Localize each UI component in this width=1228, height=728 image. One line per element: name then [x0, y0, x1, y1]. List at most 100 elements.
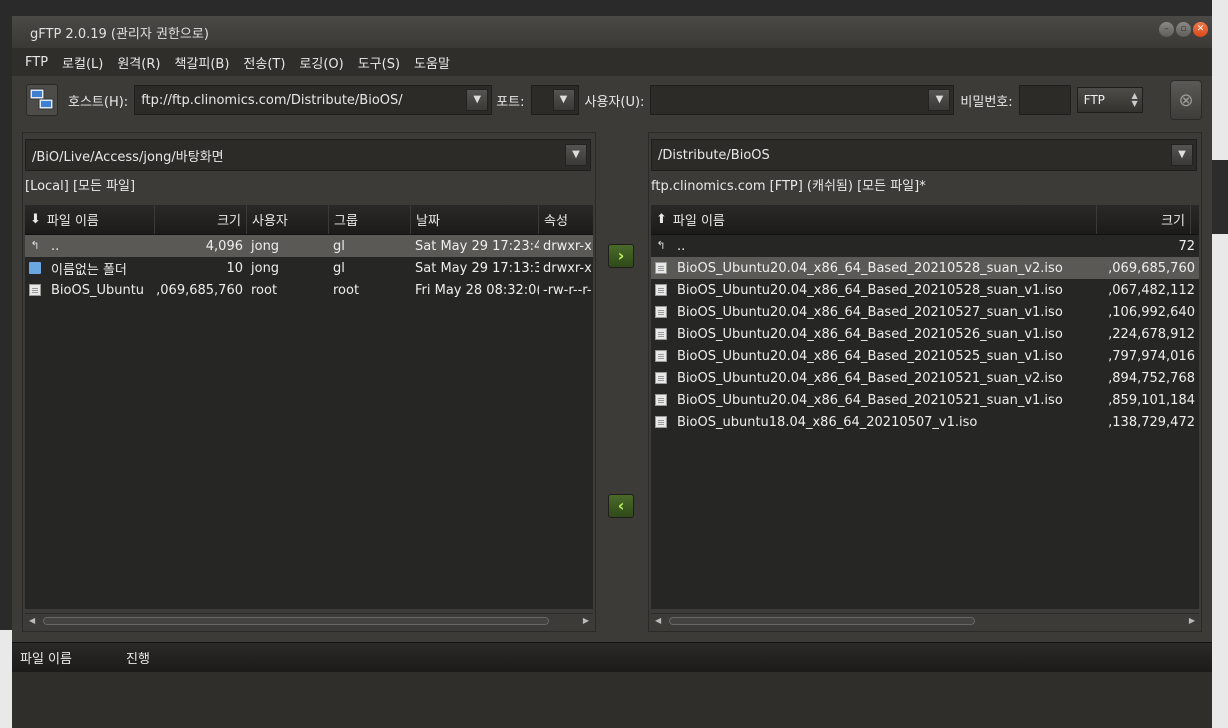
- local-scroll-thumb[interactable]: [43, 617, 549, 625]
- host-combo[interactable]: ftp://ftp.clinomics.com/Distribute/BioOS…: [134, 85, 493, 115]
- password-label: 비밀번호:: [960, 94, 1013, 110]
- file-icon: [29, 284, 41, 296]
- transfer-queue: 파일 이름 진행: [12, 642, 1212, 728]
- remote-path-combo[interactable]: /Distribute/BioOS ▼: [651, 139, 1197, 171]
- file-size: ,224,678,912: [1108, 326, 1195, 342]
- remote-file-row[interactable]: BioOS_Ubuntu20.04_x86_64_Based_20210528_…: [651, 257, 1199, 279]
- remote-hscrollbar[interactable]: ◀ ▶: [651, 613, 1199, 627]
- menu-logging[interactable]: 로깅(O): [292, 53, 350, 72]
- file-icon: [655, 306, 667, 318]
- minimize-button[interactable]: –: [1159, 22, 1174, 37]
- connection-toolbar: 호스트(H): ftp://ftp.clinomics.com/Distribu…: [12, 76, 1212, 124]
- menu-tools[interactable]: 도구(S): [351, 53, 407, 72]
- remote-file-list[interactable]: ⬆ 파일 이름 크기 ↰.. 72 BioOS_Ubuntu20.04_x86_64…: [651, 205, 1199, 609]
- menu-local[interactable]: 로컬(L): [55, 53, 110, 72]
- user-combo[interactable]: ▼: [650, 85, 955, 115]
- file-size: ,894,752,768: [1108, 370, 1195, 386]
- user-dropdown-icon[interactable]: ▼: [928, 89, 951, 111]
- file-size: ,106,992,640: [1108, 304, 1195, 320]
- local-file-list[interactable]: ⬇ 파일 이름 크기 사용자 그룹 날짜 속성 ↰.. 4,096 jong gl Sa…: [25, 205, 593, 609]
- host-label: 호스트(H):: [68, 94, 129, 110]
- remote-status: ftp.clinomics.com [FTP] (캐쉬됨) [모든 파일]*: [651, 179, 926, 194]
- password-field[interactable]: [1018, 85, 1071, 115]
- host-dropdown-icon[interactable]: ▼: [466, 89, 489, 111]
- menu-transfer[interactable]: 전송(T): [236, 53, 292, 72]
- host-input[interactable]: ftp://ftp.clinomics.com/Distribute/BioOS…: [135, 93, 463, 108]
- local-pane: /BiO/Live/Access/jong/바탕화면 ▼ [Local] [모든…: [22, 132, 596, 632]
- remote-file-row[interactable]: BioOS_Ubuntu20.04_x86_64_Based_20210527_…: [651, 301, 1199, 323]
- scroll-right-icon[interactable]: ▶: [583, 616, 589, 625]
- file-panes: /BiO/Live/Access/jong/바탕화면 ▼ [Local] [모든…: [12, 124, 1212, 644]
- file-group: root: [333, 282, 360, 298]
- file-group: gl: [333, 238, 345, 254]
- file-attributes: drwxr-x: [543, 238, 591, 254]
- file-name: BioOS_Ubuntu20.04_x86_64_Based_20210528_…: [677, 260, 1063, 276]
- queue-col-filename[interactable]: 파일 이름: [12, 648, 118, 667]
- file-icon: [655, 284, 667, 296]
- desktop-background-right: [1212, 0, 1228, 728]
- scroll-right-icon[interactable]: ▶: [1189, 616, 1195, 625]
- menu-remote[interactable]: 원격(R): [110, 53, 167, 72]
- title-bar: gFTP 2.0.19 (관리자 권한으로) – ▫ ✕: [12, 16, 1212, 48]
- remote-scroll-thumb[interactable]: [669, 617, 975, 625]
- gftp-window: gFTP 2.0.19 (관리자 권한으로) – ▫ ✕ FTP 로컬(L) 원…: [12, 16, 1212, 728]
- remote-file-row[interactable]: BioOS_Ubuntu20.04_x86_64_Based_20210526_…: [651, 323, 1199, 345]
- scroll-left-icon[interactable]: ◀: [655, 616, 661, 625]
- file-attributes: drwxr-x: [543, 260, 591, 276]
- local-path-dropdown-icon[interactable]: ▼: [565, 144, 587, 166]
- download-button[interactable]: ‹: [608, 494, 634, 518]
- local-col-user[interactable]: 사용자: [247, 205, 329, 234]
- disconnect-button[interactable]: ⊗: [1170, 80, 1202, 120]
- file-icon: [655, 416, 667, 428]
- remote-file-row[interactable]: BioOS_Ubuntu20.04_x86_64_Based_20210521_…: [651, 389, 1199, 411]
- protocol-select[interactable]: FTP ▲ ▼: [1076, 87, 1143, 113]
- close-icon: ⊗: [1178, 89, 1194, 111]
- file-name: BioOS_Ubuntu: [51, 282, 145, 298]
- remote-col-name[interactable]: ⬆ 파일 이름: [651, 205, 1097, 234]
- local-col-size[interactable]: 크기: [155, 205, 247, 234]
- menu-ftp[interactable]: FTP: [18, 55, 55, 70]
- maximize-button[interactable]: ▫: [1176, 22, 1191, 37]
- scroll-left-icon[interactable]: ◀: [29, 616, 35, 625]
- queue-header: 파일 이름 진행: [12, 642, 1212, 672]
- remote-path-dropdown-icon[interactable]: ▼: [1171, 144, 1193, 166]
- local-hscrollbar[interactable]: ◀ ▶: [25, 613, 593, 627]
- protocol-spin-icon: ▲ ▼: [1131, 91, 1138, 108]
- queue-col-progress[interactable]: 진행: [118, 648, 160, 667]
- local-col-date[interactable]: 날짜: [411, 205, 539, 234]
- close-window-button[interactable]: ✕: [1193, 22, 1208, 37]
- port-label: 포트:: [496, 94, 525, 110]
- remote-file-row[interactable]: BioOS_Ubuntu20.04_x86_64_Based_20210525_…: [651, 345, 1199, 367]
- file-date: Fri May 28 08:32:0(: [415, 282, 539, 298]
- port-dropdown-icon[interactable]: ▼: [552, 89, 575, 111]
- remote-file-row[interactable]: ↰.. 72: [651, 235, 1199, 257]
- port-combo[interactable]: ▼: [530, 85, 579, 115]
- local-col-attr[interactable]: 속성: [539, 205, 593, 234]
- remote-col-size[interactable]: 크기: [1097, 205, 1191, 234]
- remote-file-row[interactable]: BioOS_ubuntu18.04_x86_64_20210507_v1.iso…: [651, 411, 1199, 433]
- file-name: 이름없는 폴더: [51, 262, 127, 278]
- local-file-row[interactable]: BioOS_Ubuntu ,069,685,760 root root Fri May …: [25, 279, 593, 301]
- file-name: BioOS_Ubuntu20.04_x86_64_Based_20210528_…: [677, 282, 1063, 298]
- menu-help[interactable]: 도움말: [407, 53, 457, 72]
- remote-path-input[interactable]: /Distribute/BioOS: [652, 148, 1171, 163]
- remote-file-row[interactable]: BioOS_Ubuntu20.04_x86_64_Based_20210528_…: [651, 279, 1199, 301]
- upload-button[interactable]: ›: [608, 244, 634, 268]
- window-controls: – ▫ ✕: [1159, 22, 1208, 37]
- file-size: ,067,482,112: [1108, 282, 1195, 298]
- remote-file-row[interactable]: BioOS_Ubuntu20.04_x86_64_Based_20210521_…: [651, 367, 1199, 389]
- local-file-row[interactable]: ↰.. 4,096 jong gl Sat May 29 17:23:4 drwxr-x: [25, 235, 593, 257]
- remote-rows: ↰.. 72 BioOS_Ubuntu20.04_x86_64_Based_2021…: [651, 235, 1199, 433]
- file-name: ..: [51, 238, 60, 254]
- sort-down-icon: ⬇: [30, 212, 41, 227]
- local-path-input[interactable]: /BiO/Live/Access/jong/바탕화면: [26, 146, 565, 165]
- folder-icon: [29, 262, 41, 274]
- menu-bookmarks[interactable]: 책갈피(B): [167, 53, 236, 72]
- local-col-group[interactable]: 그룹: [329, 205, 411, 234]
- local-file-row[interactable]: 이름없는 폴더 10 jong gl Sat May 29 17:13:3 drwxr-x: [25, 257, 593, 279]
- connect-icon[interactable]: [26, 84, 58, 116]
- local-path-combo[interactable]: /BiO/Live/Access/jong/바탕화면 ▼: [25, 139, 591, 171]
- user-label: 사용자(U):: [584, 94, 645, 110]
- local-col-name[interactable]: ⬇ 파일 이름: [25, 205, 155, 234]
- file-date: Sat May 29 17:23:4: [415, 238, 539, 254]
